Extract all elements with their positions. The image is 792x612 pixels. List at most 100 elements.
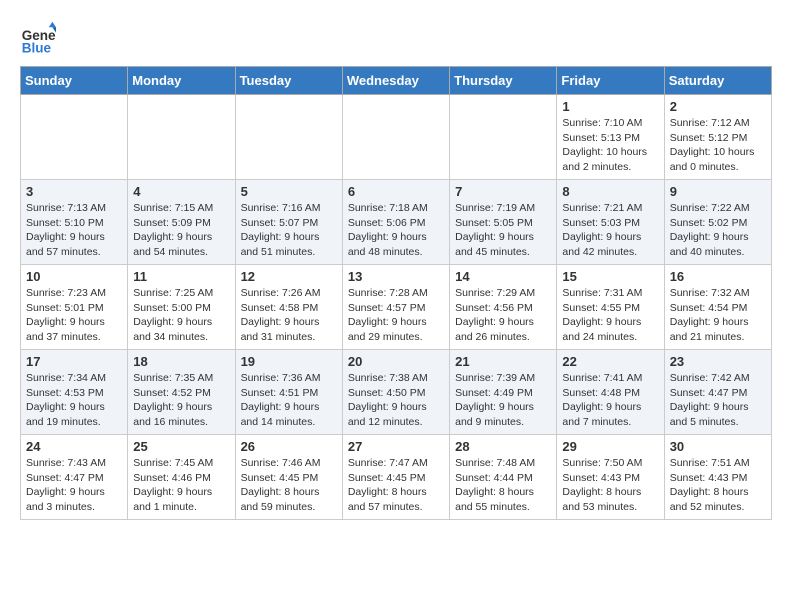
day-info: Sunrise: 7:50 AM Sunset: 4:43 PM Dayligh… xyxy=(562,456,658,515)
day-info: Sunrise: 7:45 AM Sunset: 4:46 PM Dayligh… xyxy=(133,456,229,515)
day-number: 4 xyxy=(133,184,229,199)
day-info: Sunrise: 7:32 AM Sunset: 4:54 PM Dayligh… xyxy=(670,286,766,345)
calendar-cell xyxy=(342,95,449,180)
calendar-cell: 19 Sunrise: 7:36 AM Sunset: 4:51 PM Dayli… xyxy=(235,350,342,435)
day-number: 15 xyxy=(562,269,658,284)
day-number: 22 xyxy=(562,354,658,369)
day-number: 18 xyxy=(133,354,229,369)
day-number: 28 xyxy=(455,439,551,454)
logo: General Blue xyxy=(20,20,62,56)
day-info: Sunrise: 7:36 AM Sunset: 4:51 PM Dayligh… xyxy=(241,371,337,430)
day-number: 21 xyxy=(455,354,551,369)
weekday-header: Friday xyxy=(557,67,664,95)
calendar-cell: 15 Sunrise: 7:31 AM Sunset: 4:55 PM Dayli… xyxy=(557,265,664,350)
calendar-cell: 28 Sunrise: 7:48 AM Sunset: 4:44 PM Dayli… xyxy=(450,435,557,520)
calendar-cell: 14 Sunrise: 7:29 AM Sunset: 4:56 PM Dayli… xyxy=(450,265,557,350)
calendar-cell: 4 Sunrise: 7:15 AM Sunset: 5:09 PM Daylig… xyxy=(128,180,235,265)
day-number: 30 xyxy=(670,439,766,454)
day-number: 6 xyxy=(348,184,444,199)
day-info: Sunrise: 7:29 AM Sunset: 4:56 PM Dayligh… xyxy=(455,286,551,345)
calendar-cell: 16 Sunrise: 7:32 AM Sunset: 4:54 PM Dayli… xyxy=(664,265,771,350)
logo-icon: General Blue xyxy=(20,20,56,56)
day-number: 14 xyxy=(455,269,551,284)
day-info: Sunrise: 7:34 AM Sunset: 4:53 PM Dayligh… xyxy=(26,371,122,430)
day-info: Sunrise: 7:38 AM Sunset: 4:50 PM Dayligh… xyxy=(348,371,444,430)
day-info: Sunrise: 7:18 AM Sunset: 5:06 PM Dayligh… xyxy=(348,201,444,260)
day-info: Sunrise: 7:22 AM Sunset: 5:02 PM Dayligh… xyxy=(670,201,766,260)
calendar-cell: 1Sunrise: 7:10 AM Sunset: 5:13 PM Daylig… xyxy=(557,95,664,180)
calendar-cell: 29 Sunrise: 7:50 AM Sunset: 4:43 PM Dayli… xyxy=(557,435,664,520)
day-number: 24 xyxy=(26,439,122,454)
calendar-week-row: 10 Sunrise: 7:23 AM Sunset: 5:01 PM Dayli… xyxy=(21,265,772,350)
calendar-cell: 3 Sunrise: 7:13 AM Sunset: 5:10 PM Daylig… xyxy=(21,180,128,265)
day-number: 23 xyxy=(670,354,766,369)
day-info: Sunrise: 7:15 AM Sunset: 5:09 PM Dayligh… xyxy=(133,201,229,260)
day-number: 20 xyxy=(348,354,444,369)
day-info: Sunrise: 7:19 AM Sunset: 5:05 PM Dayligh… xyxy=(455,201,551,260)
calendar-cell: 8 Sunrise: 7:21 AM Sunset: 5:03 PM Daylig… xyxy=(557,180,664,265)
calendar-week-row: 3 Sunrise: 7:13 AM Sunset: 5:10 PM Daylig… xyxy=(21,180,772,265)
calendar-table: SundayMondayTuesdayWednesdayThursdayFrid… xyxy=(20,66,772,520)
day-number: 13 xyxy=(348,269,444,284)
day-info: Sunrise: 7:41 AM Sunset: 4:48 PM Dayligh… xyxy=(562,371,658,430)
weekday-header: Thursday xyxy=(450,67,557,95)
day-number: 11 xyxy=(133,269,229,284)
day-info: Sunrise: 7:16 AM Sunset: 5:07 PM Dayligh… xyxy=(241,201,337,260)
calendar-cell: 6 Sunrise: 7:18 AM Sunset: 5:06 PM Daylig… xyxy=(342,180,449,265)
day-info: Sunrise: 7:12 AM Sunset: 5:12 PM Dayligh… xyxy=(670,116,766,175)
day-info: Sunrise: 7:28 AM Sunset: 4:57 PM Dayligh… xyxy=(348,286,444,345)
day-info: Sunrise: 7:35 AM Sunset: 4:52 PM Dayligh… xyxy=(133,371,229,430)
day-number: 16 xyxy=(670,269,766,284)
calendar-cell: 26 Sunrise: 7:46 AM Sunset: 4:45 PM Dayli… xyxy=(235,435,342,520)
page-header: General Blue xyxy=(20,20,772,56)
calendar-cell: 7 Sunrise: 7:19 AM Sunset: 5:05 PM Daylig… xyxy=(450,180,557,265)
day-number: 19 xyxy=(241,354,337,369)
day-info: Sunrise: 7:21 AM Sunset: 5:03 PM Dayligh… xyxy=(562,201,658,260)
day-number: 27 xyxy=(348,439,444,454)
day-number: 2 xyxy=(670,99,766,114)
day-info: Sunrise: 7:47 AM Sunset: 4:45 PM Dayligh… xyxy=(348,456,444,515)
day-number: 5 xyxy=(241,184,337,199)
day-number: 12 xyxy=(241,269,337,284)
calendar-cell: 10 Sunrise: 7:23 AM Sunset: 5:01 PM Dayli… xyxy=(21,265,128,350)
calendar-cell: 11Sunrise: 7:25 AM Sunset: 5:00 PM Dayli… xyxy=(128,265,235,350)
day-info: Sunrise: 7:46 AM Sunset: 4:45 PM Dayligh… xyxy=(241,456,337,515)
weekday-header: Tuesday xyxy=(235,67,342,95)
calendar-cell xyxy=(21,95,128,180)
weekday-header: Saturday xyxy=(664,67,771,95)
calendar-cell: 22 Sunrise: 7:41 AM Sunset: 4:48 PM Dayli… xyxy=(557,350,664,435)
calendar-cell: 21 Sunrise: 7:39 AM Sunset: 4:49 PM Dayli… xyxy=(450,350,557,435)
day-info: Sunrise: 7:51 AM Sunset: 4:43 PM Dayligh… xyxy=(670,456,766,515)
day-info: Sunrise: 7:26 AM Sunset: 4:58 PM Dayligh… xyxy=(241,286,337,345)
calendar-cell: 27 Sunrise: 7:47 AM Sunset: 4:45 PM Dayli… xyxy=(342,435,449,520)
calendar-cell: 30 Sunrise: 7:51 AM Sunset: 4:43 PM Dayli… xyxy=(664,435,771,520)
day-number: 8 xyxy=(562,184,658,199)
day-number: 29 xyxy=(562,439,658,454)
calendar-cell: 9 Sunrise: 7:22 AM Sunset: 5:02 PM Daylig… xyxy=(664,180,771,265)
day-number: 9 xyxy=(670,184,766,199)
day-number: 26 xyxy=(241,439,337,454)
calendar-cell: 20 Sunrise: 7:38 AM Sunset: 4:50 PM Dayli… xyxy=(342,350,449,435)
calendar-cell: 25Sunrise: 7:45 AM Sunset: 4:46 PM Dayli… xyxy=(128,435,235,520)
day-number: 7 xyxy=(455,184,551,199)
svg-text:Blue: Blue xyxy=(22,40,52,55)
day-number: 17 xyxy=(26,354,122,369)
day-info: Sunrise: 7:10 AM Sunset: 5:13 PM Dayligh… xyxy=(562,116,658,175)
day-info: Sunrise: 7:48 AM Sunset: 4:44 PM Dayligh… xyxy=(455,456,551,515)
calendar-cell: 2 Sunrise: 7:12 AM Sunset: 5:12 PM Daylig… xyxy=(664,95,771,180)
day-info: Sunrise: 7:23 AM Sunset: 5:01 PM Dayligh… xyxy=(26,286,122,345)
calendar-week-row: 1Sunrise: 7:10 AM Sunset: 5:13 PM Daylig… xyxy=(21,95,772,180)
calendar-cell: 12 Sunrise: 7:26 AM Sunset: 4:58 PM Dayli… xyxy=(235,265,342,350)
weekday-header: Monday xyxy=(128,67,235,95)
day-info: Sunrise: 7:39 AM Sunset: 4:49 PM Dayligh… xyxy=(455,371,551,430)
calendar-week-row: 17 Sunrise: 7:34 AM Sunset: 4:53 PM Dayli… xyxy=(21,350,772,435)
day-number: 10 xyxy=(26,269,122,284)
calendar-cell: 17 Sunrise: 7:34 AM Sunset: 4:53 PM Dayli… xyxy=(21,350,128,435)
day-number: 3 xyxy=(26,184,122,199)
day-info: Sunrise: 7:31 AM Sunset: 4:55 PM Dayligh… xyxy=(562,286,658,345)
day-info: Sunrise: 7:13 AM Sunset: 5:10 PM Dayligh… xyxy=(26,201,122,260)
calendar-cell: 5 Sunrise: 7:16 AM Sunset: 5:07 PM Daylig… xyxy=(235,180,342,265)
calendar-week-row: 24Sunrise: 7:43 AM Sunset: 4:47 PM Dayli… xyxy=(21,435,772,520)
calendar-cell xyxy=(128,95,235,180)
calendar-cell: 13 Sunrise: 7:28 AM Sunset: 4:57 PM Dayli… xyxy=(342,265,449,350)
